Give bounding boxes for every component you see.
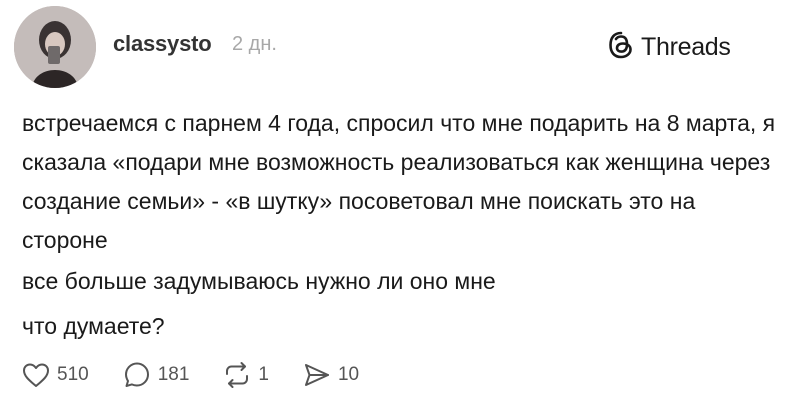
share-button[interactable]: 10 bbox=[303, 361, 359, 389]
post-body: встречаемся с парнем 4 года, спросил что… bbox=[22, 104, 782, 346]
share-count: 10 bbox=[337, 364, 360, 385]
avatar[interactable] bbox=[14, 6, 96, 88]
comment-button[interactable]: 181 bbox=[123, 361, 190, 389]
comment-count: 181 bbox=[157, 364, 190, 385]
like-count: 510 bbox=[57, 364, 89, 385]
comment-icon bbox=[123, 361, 151, 389]
repost-icon bbox=[223, 361, 251, 389]
threads-logo-icon bbox=[608, 31, 634, 64]
repost-button[interactable]: 1 bbox=[223, 361, 269, 389]
post-paragraph: встречаемся с парнем 4 года, спросил что… bbox=[22, 110, 776, 253]
post-time: 2 дн. bbox=[232, 33, 277, 55]
threads-brand[interactable]: Threads bbox=[608, 31, 731, 64]
like-button[interactable]: 510 bbox=[22, 362, 89, 388]
threads-post: classysto 2 дн. Threads встречаемся с па… bbox=[0, 0, 800, 414]
repost-count: 1 bbox=[258, 364, 269, 385]
post-paragraph: все больше задумываюсь нужно ли оно мне bbox=[22, 268, 496, 294]
heart-icon bbox=[22, 362, 50, 388]
username[interactable]: classysto bbox=[113, 31, 212, 57]
share-icon bbox=[303, 361, 331, 389]
post-actions: 510 181 1 10 bbox=[22, 358, 393, 392]
post-paragraph: что думаете? bbox=[22, 313, 165, 339]
brand-label: Threads bbox=[641, 32, 731, 61]
